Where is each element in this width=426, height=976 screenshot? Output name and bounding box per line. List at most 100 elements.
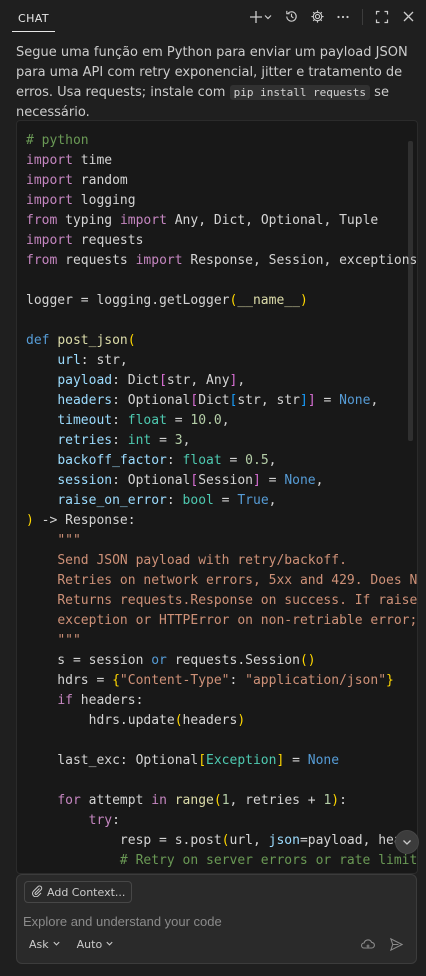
code-token: 10.0 xyxy=(190,413,222,428)
send-button[interactable] xyxy=(386,934,406,954)
code-token: typing xyxy=(57,213,120,228)
code-block[interactable]: # python import time import random import l… xyxy=(16,120,418,874)
code-line: last_exc: Optional[Exception] = None xyxy=(26,751,417,771)
code-line: timeout: float = 10.0, xyxy=(26,411,417,431)
code-token: json xyxy=(268,833,300,848)
settings-button[interactable] xyxy=(307,7,327,27)
maximize-button[interactable] xyxy=(372,7,392,27)
code-line: raise_on_error: bool = True, xyxy=(26,491,417,511)
code-token: if xyxy=(57,693,73,708)
close-button[interactable] xyxy=(398,7,418,27)
code-line: logger = logging.getLogger(__name__) xyxy=(26,291,417,311)
code-line: if headers: xyxy=(26,691,417,711)
code-token: ( xyxy=(221,833,230,848)
code-line: def post_json( xyxy=(26,331,417,351)
code-token: bool xyxy=(182,493,214,508)
code-token: exception or HTTPError on non-retriable … xyxy=(57,613,418,628)
scroll-to-bottom-button[interactable] xyxy=(395,830,419,854)
code-token: ] xyxy=(253,473,261,488)
code-token: , retries + xyxy=(229,793,324,808)
code-token: """ xyxy=(57,533,81,548)
chat-panel: CHAT Segue uma função em Python para env… xyxy=(0,0,426,976)
agent-tools-button[interactable] xyxy=(358,934,378,954)
code-token: : xyxy=(229,673,246,688)
inline-code: pip install requests xyxy=(229,85,371,100)
code-token: , xyxy=(237,373,246,388)
code-line: # python xyxy=(26,131,417,151)
code-token: ) xyxy=(237,713,246,728)
more-actions-button[interactable] xyxy=(333,7,353,27)
code-line: import requests xyxy=(26,231,417,251)
code-token: headers: xyxy=(72,693,144,708)
code-line: s = session or requests.Session() xyxy=(26,651,417,671)
code-token: last_exc: Optional xyxy=(26,753,199,768)
code-token: timeout xyxy=(57,413,113,428)
code-token: random xyxy=(72,173,128,188)
code-line: payload: Dict[str, Any], xyxy=(26,371,417,391)
code-token: ] xyxy=(299,393,308,408)
code-token: : xyxy=(112,813,120,828)
code-line: """ xyxy=(26,631,417,651)
code-token: import xyxy=(26,193,73,208)
code-line: try: xyxy=(26,811,417,831)
code-token: int xyxy=(127,433,152,448)
add-context-label: Add Context... xyxy=(47,885,126,899)
code-token: Returns requests.Response on success. If… xyxy=(57,593,418,608)
code-token: attempt xyxy=(80,793,152,808)
code-token: import xyxy=(26,233,73,248)
code-token: = xyxy=(166,413,191,428)
code-token: retries xyxy=(57,433,113,448)
code-token: float xyxy=(182,453,222,468)
code-token: from xyxy=(26,213,58,228)
code-token: """ xyxy=(57,633,81,648)
code-token: ( xyxy=(213,793,222,808)
gear-icon xyxy=(310,9,325,24)
header-actions xyxy=(247,7,418,27)
code-token: None xyxy=(284,473,316,488)
code-line: import time xyxy=(26,151,417,171)
mode-dropdown[interactable]: Ask xyxy=(29,938,61,951)
code-token: in xyxy=(151,793,167,808)
code-line: exception or HTTPError on non-retriable … xyxy=(26,611,417,631)
history-button[interactable] xyxy=(281,7,301,27)
code-token: : Optional xyxy=(112,393,191,408)
chat-prompt-input[interactable] xyxy=(23,909,403,933)
code-token: url xyxy=(57,353,81,368)
code-line: Retries on network errors, 5xx and 429. … xyxy=(26,571,417,591)
new-chat-button[interactable] xyxy=(247,7,275,27)
code-token: Retries on network errors, 5xx and 429. … xyxy=(57,573,418,588)
assistant-message-intro: Segue uma função em Python para enviar u… xyxy=(16,43,412,123)
code-token: =payload, hea xyxy=(299,833,402,848)
code-token: str, Any xyxy=(166,373,230,388)
chevron-down-icon xyxy=(401,833,413,852)
code-token: time xyxy=(72,153,113,168)
code-line: backoff_factor: float = 0.5, xyxy=(26,451,417,471)
tab-chat[interactable]: CHAT xyxy=(12,4,55,32)
chevron-down-icon xyxy=(105,938,114,951)
code-token: : xyxy=(112,433,128,448)
model-dropdown[interactable]: Auto xyxy=(77,938,115,951)
model-label: Auto xyxy=(76,937,103,951)
code-token: , xyxy=(221,413,230,428)
code-line: retries: int = 3, xyxy=(26,431,417,451)
code-token: url, xyxy=(229,833,269,848)
code-line: import logging xyxy=(26,191,417,211)
code-token: : str, xyxy=(80,353,128,368)
code-token: import xyxy=(26,153,73,168)
code-token: or xyxy=(151,653,167,668)
code-token: "application/json" xyxy=(245,673,387,688)
input-toolbar: Ask Auto xyxy=(29,934,406,954)
code-token: __name__ xyxy=(237,293,300,308)
code-token: 1 xyxy=(221,793,230,808)
code-scrollbar[interactable] xyxy=(408,141,413,441)
code-token: = xyxy=(284,753,308,768)
add-context-button[interactable]: Add Context... xyxy=(24,881,133,903)
